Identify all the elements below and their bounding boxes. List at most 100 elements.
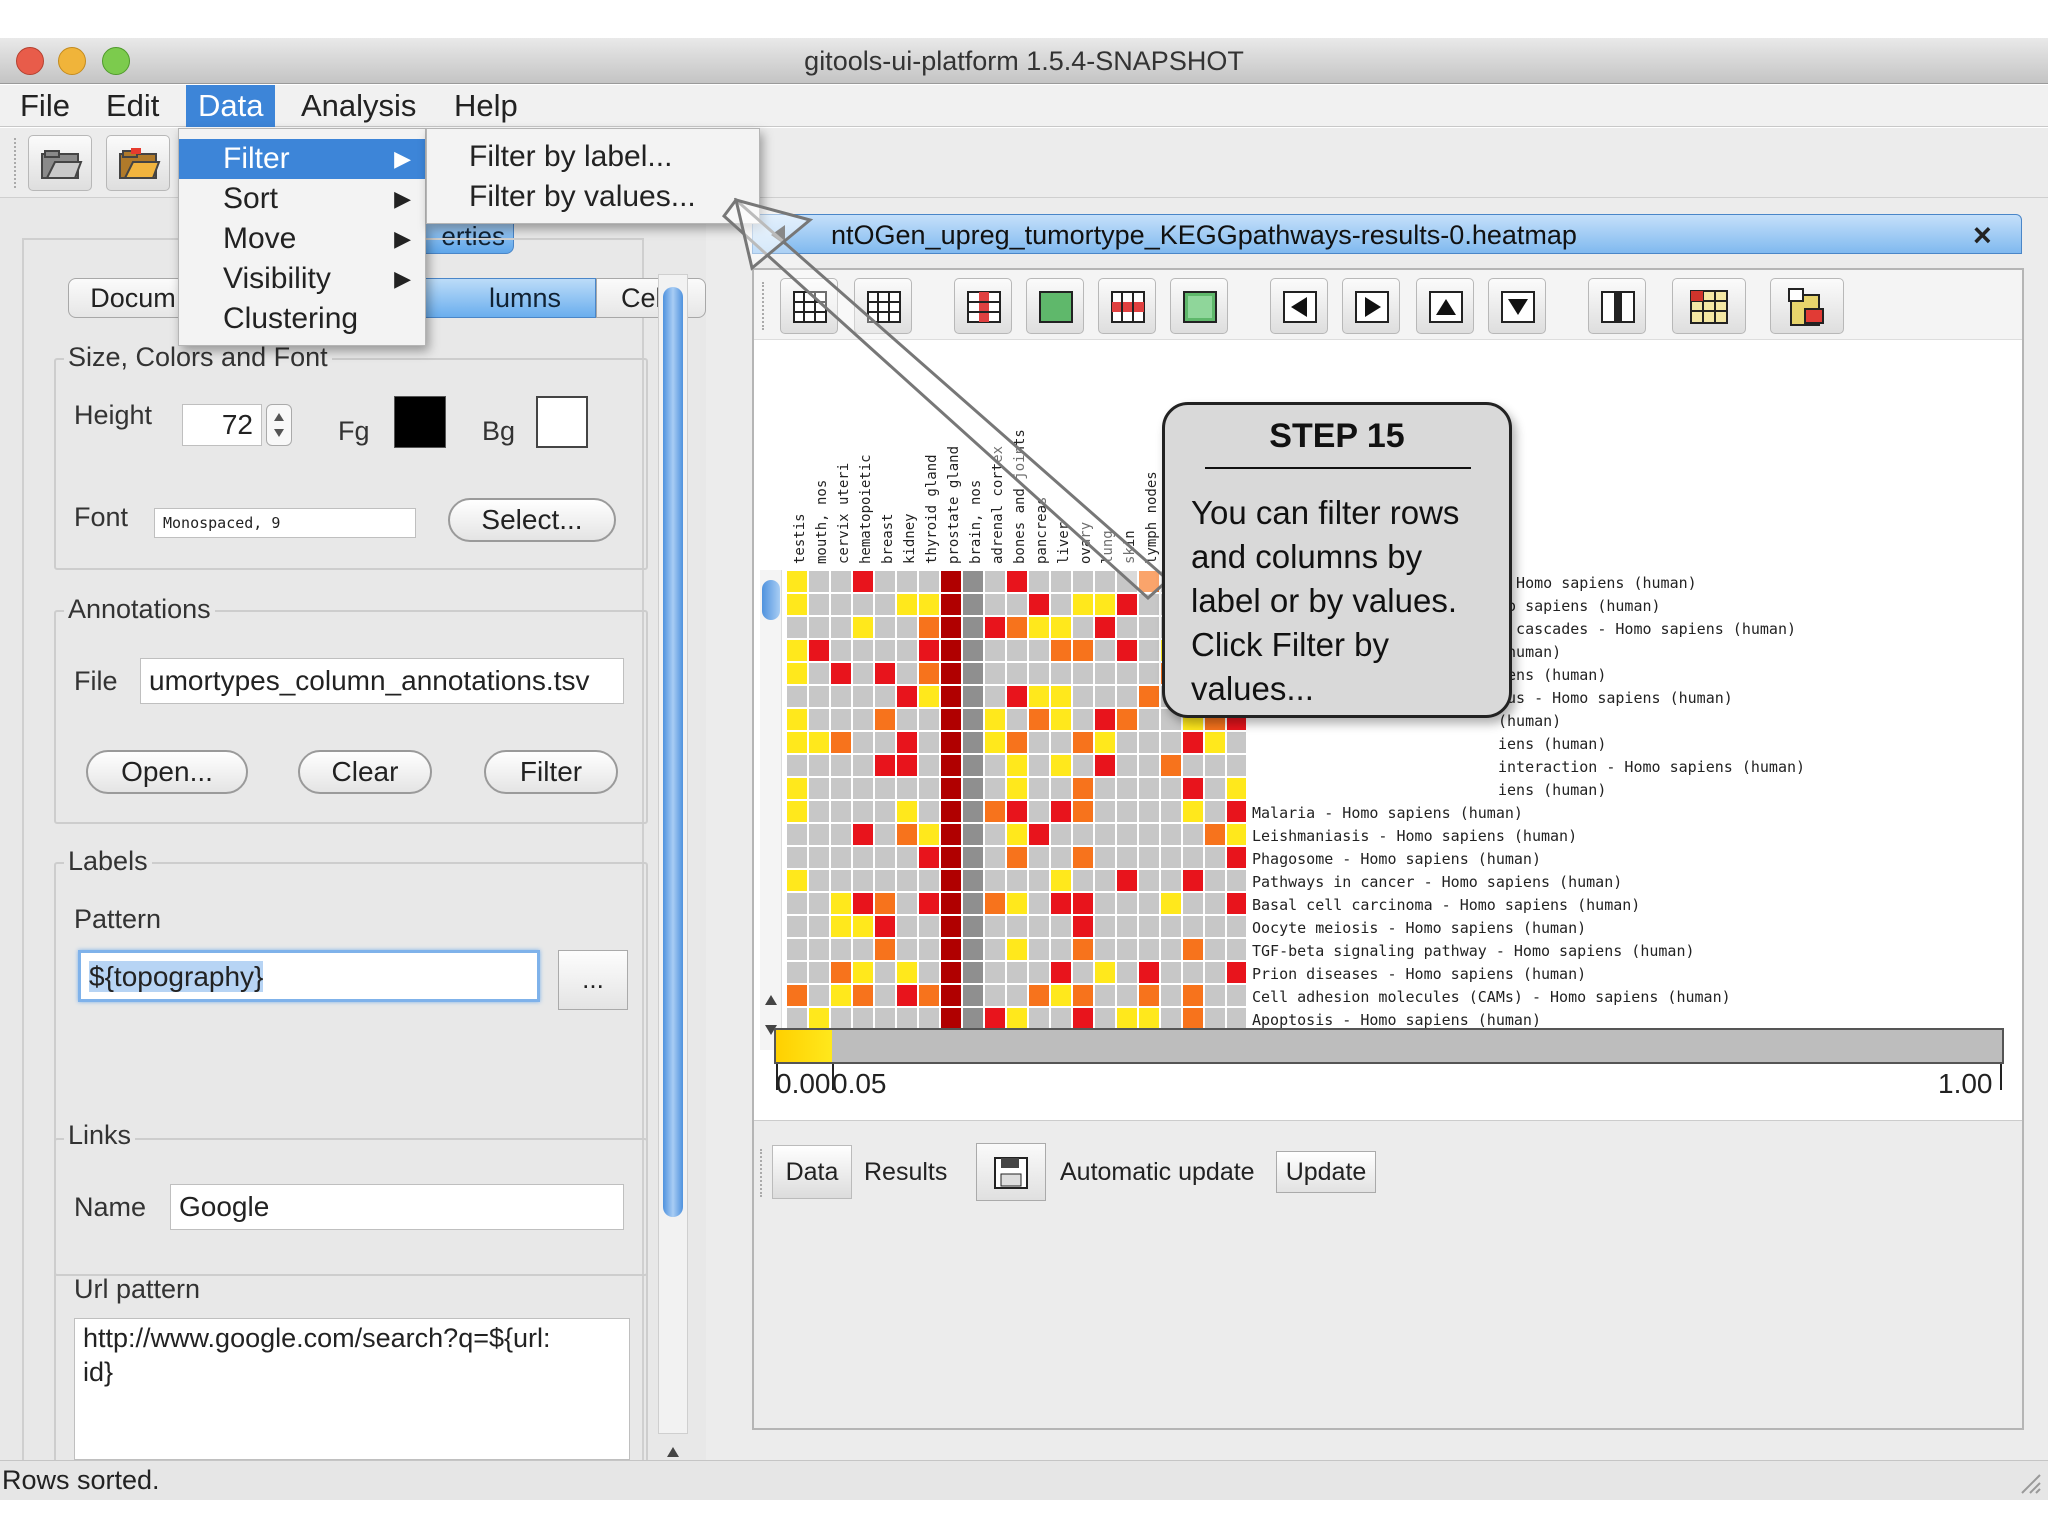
heatmap-cell[interactable] <box>1073 893 1093 914</box>
heatmap-cell[interactable] <box>1073 686 1093 707</box>
heatmap-cell[interactable] <box>963 916 983 937</box>
heatmap-cell[interactable] <box>1139 847 1159 868</box>
heatmap-cell[interactable] <box>875 709 895 730</box>
heatmap-cell[interactable] <box>1029 663 1049 684</box>
heatmap-cell[interactable] <box>1205 732 1225 753</box>
heatmap-cell[interactable] <box>831 1008 851 1029</box>
export-button[interactable] <box>1770 278 1844 334</box>
menu-item-clustering[interactable]: Clustering <box>179 299 425 339</box>
heatmap-cell[interactable] <box>787 916 807 937</box>
heatmap-cell[interactable] <box>1139 962 1159 983</box>
row-label[interactable]: Cell adhesion molecules (CAMs) - Homo sa… <box>1252 986 1731 1009</box>
heatmap-cell[interactable] <box>1117 847 1137 868</box>
heatmap-cell[interactable] <box>831 801 851 822</box>
heatmap-cell[interactable] <box>1051 962 1071 983</box>
move-down-button[interactable] <box>1488 278 1546 334</box>
menu-item-sort[interactable]: Sort ▶ <box>179 179 425 219</box>
heatmap-cell[interactable] <box>853 870 873 891</box>
heatmap-cell[interactable] <box>1227 962 1246 983</box>
heatmap-cell[interactable] <box>963 1008 983 1029</box>
heatmap-cell[interactable] <box>1205 778 1225 799</box>
heatmap-cell[interactable] <box>831 640 851 661</box>
heatmap-cell[interactable] <box>1205 870 1225 891</box>
heatmap-cell[interactable] <box>1183 824 1203 845</box>
heatmap-cell[interactable] <box>787 732 807 753</box>
heatmap-cell[interactable] <box>941 617 961 638</box>
heatmap-cell[interactable] <box>1029 801 1049 822</box>
heatmap-cell[interactable] <box>1117 985 1137 1006</box>
heatmap-cell[interactable] <box>875 686 895 707</box>
row-label[interactable]: iens (human) <box>1498 664 1606 687</box>
heatmap-cell[interactable] <box>1117 824 1137 845</box>
heatmap-cell[interactable] <box>941 1008 961 1029</box>
heatmap-cell[interactable] <box>853 801 873 822</box>
heatmap-cell[interactable] <box>809 801 829 822</box>
heatmap-cell[interactable] <box>853 640 873 661</box>
heatmap-cell[interactable] <box>1007 847 1027 868</box>
heatmap-cell[interactable] <box>853 732 873 753</box>
heatmap-cell[interactable] <box>1051 893 1071 914</box>
tab-results[interactable]: Results <box>864 1145 947 1199</box>
heatmap-cell[interactable] <box>1051 778 1071 799</box>
height-stepper[interactable] <box>266 404 292 446</box>
heatmap-cell[interactable] <box>809 732 829 753</box>
heatmap-cell[interactable] <box>1161 870 1181 891</box>
heatmap-cell[interactable] <box>787 870 807 891</box>
heatmap-cell[interactable] <box>919 617 939 638</box>
heatmap-cell[interactable] <box>1073 870 1093 891</box>
heatmap-cell[interactable] <box>853 985 873 1006</box>
heatmap-cell[interactable] <box>1117 962 1137 983</box>
heatmap-cell[interactable] <box>919 916 939 937</box>
heatmap-cell[interactable] <box>1205 985 1225 1006</box>
heatmap-cell[interactable] <box>1139 939 1159 960</box>
heatmap-cell[interactable] <box>831 686 851 707</box>
heatmap-cell[interactable] <box>963 870 983 891</box>
heatmap-cell[interactable] <box>963 617 983 638</box>
heatmap-cell[interactable] <box>1073 824 1093 845</box>
heatmap-cell[interactable] <box>853 847 873 868</box>
heatmap-cell[interactable] <box>1139 801 1159 822</box>
heatmap-cell[interactable] <box>1227 893 1246 914</box>
row-label[interactable]: Basal cell carcinoma - Homo sapiens (hum… <box>1252 894 1640 917</box>
heatmap-cell[interactable] <box>941 709 961 730</box>
heatmap-cell[interactable] <box>985 640 1005 661</box>
heatmap-cell[interactable] <box>853 1008 873 1029</box>
heatmap-cell[interactable] <box>1051 663 1071 684</box>
heatmap-cell[interactable] <box>831 847 851 868</box>
heatmap-cell[interactable] <box>985 824 1005 845</box>
heatmap-cell[interactable] <box>809 617 829 638</box>
heatmap-cell[interactable] <box>897 847 917 868</box>
heatmap-cell[interactable] <box>897 755 917 776</box>
heatmap-cell[interactable] <box>1139 778 1159 799</box>
heatmap-cell[interactable] <box>1227 916 1246 937</box>
heatmap-cell[interactable] <box>1029 778 1049 799</box>
heatmap-cell[interactable] <box>1073 732 1093 753</box>
heatmap-cell[interactable] <box>941 939 961 960</box>
heatmap-cell[interactable] <box>1007 1008 1027 1029</box>
menu-edit[interactable]: Edit <box>94 85 171 127</box>
heatmap-cell[interactable] <box>1227 939 1246 960</box>
heatmap-cell[interactable] <box>1029 962 1049 983</box>
heatmap-cell[interactable] <box>1029 732 1049 753</box>
heatmap-cell[interactable] <box>919 663 939 684</box>
heatmap-cell[interactable] <box>963 847 983 868</box>
heatmap-cell[interactable] <box>875 755 895 776</box>
heatmap-cell[interactable] <box>1139 893 1159 914</box>
heatmap-cell[interactable] <box>1161 893 1181 914</box>
heatmap-cell[interactable] <box>1095 755 1115 776</box>
heatmap-cell[interactable] <box>875 893 895 914</box>
heatmap-cell[interactable] <box>1183 916 1203 937</box>
heatmap-cell[interactable] <box>963 640 983 661</box>
move-left-button[interactable] <box>1270 278 1328 334</box>
heatmap-cell[interactable] <box>1117 640 1137 661</box>
heatmap-cell[interactable] <box>941 962 961 983</box>
heatmap-cell[interactable] <box>809 755 829 776</box>
row-label[interactable]: mo sapiens (human) <box>1498 595 1661 618</box>
heatmap-cell[interactable] <box>985 847 1005 868</box>
heatmap-cell[interactable] <box>809 709 829 730</box>
heatmap-cell[interactable] <box>1095 847 1115 868</box>
heatmap-cell[interactable] <box>1227 755 1246 776</box>
heatmap-cell[interactable] <box>897 709 917 730</box>
heatmap-cell[interactable] <box>1139 1008 1159 1029</box>
heatmap-cell[interactable] <box>919 732 939 753</box>
